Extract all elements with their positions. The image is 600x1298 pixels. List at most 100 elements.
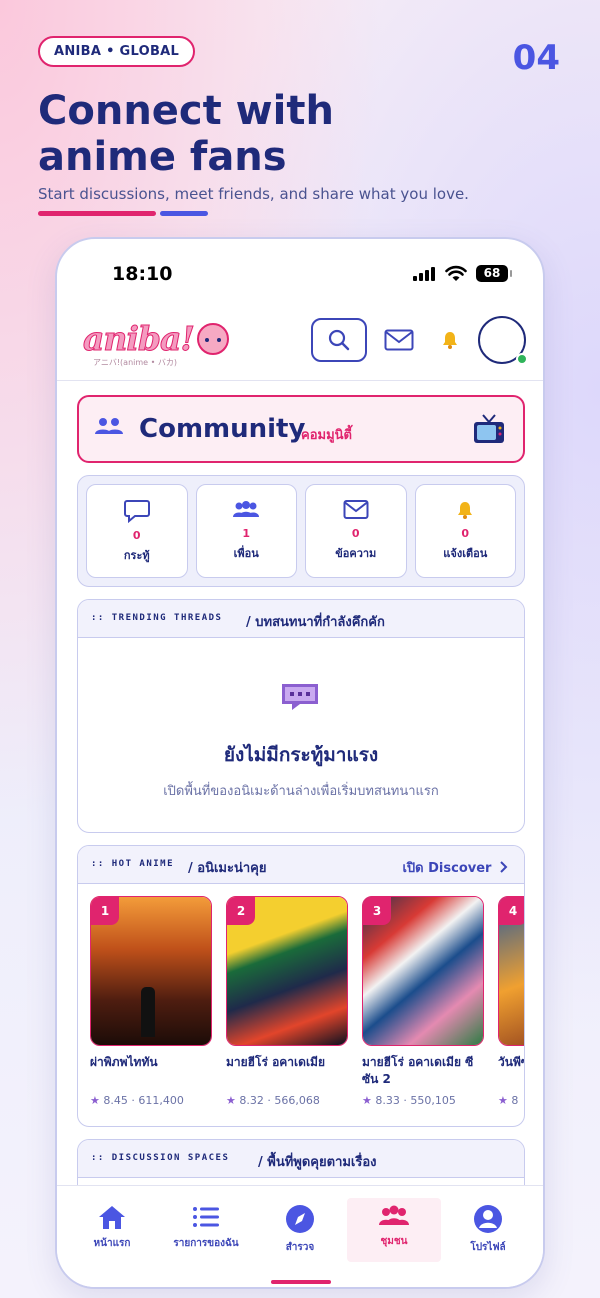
rank-badge: 2 — [227, 897, 255, 925]
discussion-heading-en: :: DISCUSSION SPACES — [91, 1153, 230, 1163]
wifi-icon — [445, 265, 467, 281]
star-icon: ★ — [498, 1094, 508, 1107]
stat-count: 0 — [132, 529, 141, 542]
trending-threads-card: :: TRENDING THREADS / บทสนทนาที่กำลังคึก… — [77, 599, 525, 833]
profile-icon — [474, 1205, 502, 1233]
page-number: 04 — [512, 38, 560, 78]
anime-card[interactable]: 2 มายฮีโร่ อคาเดเมีย ★ 8.32 · 566,068 — [226, 896, 348, 1107]
anime-meta: ★ 8 — [498, 1094, 524, 1107]
mascot-icon — [197, 323, 229, 355]
community-title-th: คอมมูนิตี้ — [301, 428, 352, 443]
pixel-chat-icon — [282, 684, 318, 710]
tab-label: สำรวจ — [285, 1242, 315, 1253]
stat-count: 0 — [351, 527, 360, 540]
stat-friends[interactable]: 1 เพื่อน — [195, 484, 297, 578]
anime-card[interactable]: 1 ผ่าพิภพไททัน ★ 8.45 · 611,400 — [90, 896, 212, 1107]
cellular-signal-icon — [413, 267, 435, 281]
chevron-right-icon — [500, 861, 508, 873]
compass-icon — [286, 1205, 314, 1233]
anime-rating: 8 — [511, 1094, 519, 1107]
bottom-tab-bar: หน้าแรก รายการของฉัน สำรวจ ชุมชน โปรไฟล์ — [57, 1185, 543, 1287]
anime-title: มายฮีโร่ อคาเดเมีย ซีซัน 2 — [362, 1055, 474, 1086]
rank-badge: 4 — [499, 897, 524, 925]
bell-icon — [458, 502, 473, 519]
trending-heading-en: :: TRENDING THREADS — [91, 613, 223, 623]
anime-poster: 1 — [90, 896, 212, 1046]
anime-rating: 8.32 — [239, 1094, 264, 1107]
anime-rating: 8.45 — [103, 1094, 128, 1107]
anime-poster: 2 — [226, 896, 348, 1046]
discover-label: เปิด Discover — [402, 861, 492, 876]
status-bar: 18:10 68 — [57, 239, 543, 299]
anime-meta: ★ 8.32 · 566,068 — [226, 1094, 320, 1107]
hot-anime-header: :: HOT ANIME / อนิเมะน่าคุย เปิด Discove… — [78, 846, 524, 884]
empty-state-title: ยังไม่มีกระทู้มาแรง — [223, 744, 379, 766]
community-banner: Community คอมมูนิตี้ — [77, 395, 525, 463]
anime-meta: ★ 8.33 · 550,105 — [362, 1094, 456, 1107]
stat-threads[interactable]: 0 กระทู้ — [86, 484, 188, 578]
stat-count: 0 — [461, 527, 470, 540]
empty-state-subtitle: เปิดพื้นที่ของอนิเมะด้านล่างเพื่อเริ่มบท… — [163, 784, 439, 799]
stat-label: ข้อความ — [335, 547, 377, 560]
anime-rating: 8.33 — [375, 1094, 400, 1107]
rank-badge: 1 — [91, 897, 119, 925]
anime-members: 611,400 — [138, 1094, 184, 1107]
online-status-dot — [516, 353, 528, 365]
anime-title: วันพีซ — [498, 1055, 524, 1069]
home-indicator — [271, 1280, 331, 1284]
tab-my-list[interactable]: รายการของฉัน — [159, 1198, 253, 1262]
anime-poster: 4 — [498, 896, 524, 1046]
list-icon — [193, 1207, 219, 1227]
stat-label: แจ้งเตือน — [443, 547, 488, 560]
app-bar: aniba! アニバ!(anime • バカ) — [57, 301, 543, 381]
discussion-heading-th: / พื้นที่พูดคุยตามเรื่อง — [258, 1155, 377, 1170]
star-icon: ★ — [226, 1094, 236, 1107]
anime-card[interactable]: 4 วันพีซ ★ 8 — [498, 896, 524, 1107]
logo-subtitle: アニバ!(anime • バカ) — [93, 358, 178, 367]
brand-tag: ANIBA • GLOBAL — [38, 36, 196, 67]
mail-icon — [343, 500, 369, 519]
tab-label: ชุมชน — [380, 1236, 408, 1247]
anime-members: 550,105 — [410, 1094, 456, 1107]
hot-anime-heading-th: / อนิเมะน่าคุย — [188, 861, 267, 876]
hot-anime-card: :: HOT ANIME / อนิเมะน่าคุย เปิด Discove… — [77, 845, 525, 1127]
anime-card[interactable]: 3 มายฮีโร่ อคาเดเมีย ซีซัน 2 ★ 8.33 · 55… — [362, 896, 484, 1107]
stat-label: กระทู้ — [123, 549, 150, 562]
community-icon — [379, 1205, 409, 1225]
search-button[interactable] — [311, 318, 367, 362]
tab-community[interactable]: ชุมชน — [347, 1198, 441, 1262]
aniba-logo[interactable]: aniba! アニバ!(anime • バカ) — [83, 319, 233, 369]
tab-label: หน้าแรก — [93, 1238, 131, 1249]
messages-button[interactable] — [379, 318, 419, 362]
tv-icon — [474, 414, 504, 443]
anime-members: 566,068 — [274, 1094, 320, 1107]
tab-label: รายการของฉัน — [173, 1238, 239, 1249]
tab-home[interactable]: หน้าแรก — [65, 1198, 159, 1262]
accent-bar-blue — [160, 211, 208, 216]
battery-indicator: 68 — [476, 265, 512, 282]
stat-messages[interactable]: 0 ข้อความ — [305, 484, 407, 578]
stats-panel: 0 กระทู้ 1 เพื่อน 0 ข้อความ 0 แจ้งเตือน — [77, 475, 525, 587]
community-title: Community — [139, 414, 306, 444]
anime-title: มายฮีโร่ อคาเดเมีย — [226, 1055, 325, 1069]
hot-anime-heading-en: :: HOT ANIME — [91, 859, 175, 869]
open-discover-link[interactable]: เปิด Discover — [402, 857, 508, 878]
hot-anime-carousel[interactable]: 1 ผ่าพิภพไททัน ★ 8.45 · 611,400 2 มายฮีโ… — [90, 896, 524, 1107]
phone-frame: 18:10 68 aniba! アニバ!(anime • バカ) Communi… — [55, 237, 545, 1289]
stat-notifications[interactable]: 0 แจ้งเตือน — [414, 484, 516, 578]
star-icon: ★ — [90, 1094, 100, 1107]
stat-label: เพื่อน — [233, 547, 259, 560]
status-time: 18:10 — [112, 263, 173, 285]
notifications-button[interactable] — [435, 318, 465, 362]
tab-label: โปรไฟล์ — [470, 1242, 506, 1253]
trending-heading-th: / บทสนทนาที่กำลังคึกคัก — [246, 615, 385, 630]
discussion-header: :: DISCUSSION SPACES / พื้นที่พูดคุยตามเ… — [78, 1140, 524, 1178]
anime-meta: ★ 8.45 · 611,400 — [90, 1094, 184, 1107]
anime-poster: 3 — [362, 896, 484, 1046]
friends-icon — [233, 501, 260, 517]
tab-profile[interactable]: โปรไฟล์ — [441, 1198, 535, 1262]
bell-icon — [443, 332, 457, 349]
mail-icon — [384, 329, 414, 351]
tab-explore[interactable]: สำรวจ — [253, 1198, 347, 1262]
stat-count: 1 — [242, 527, 251, 540]
